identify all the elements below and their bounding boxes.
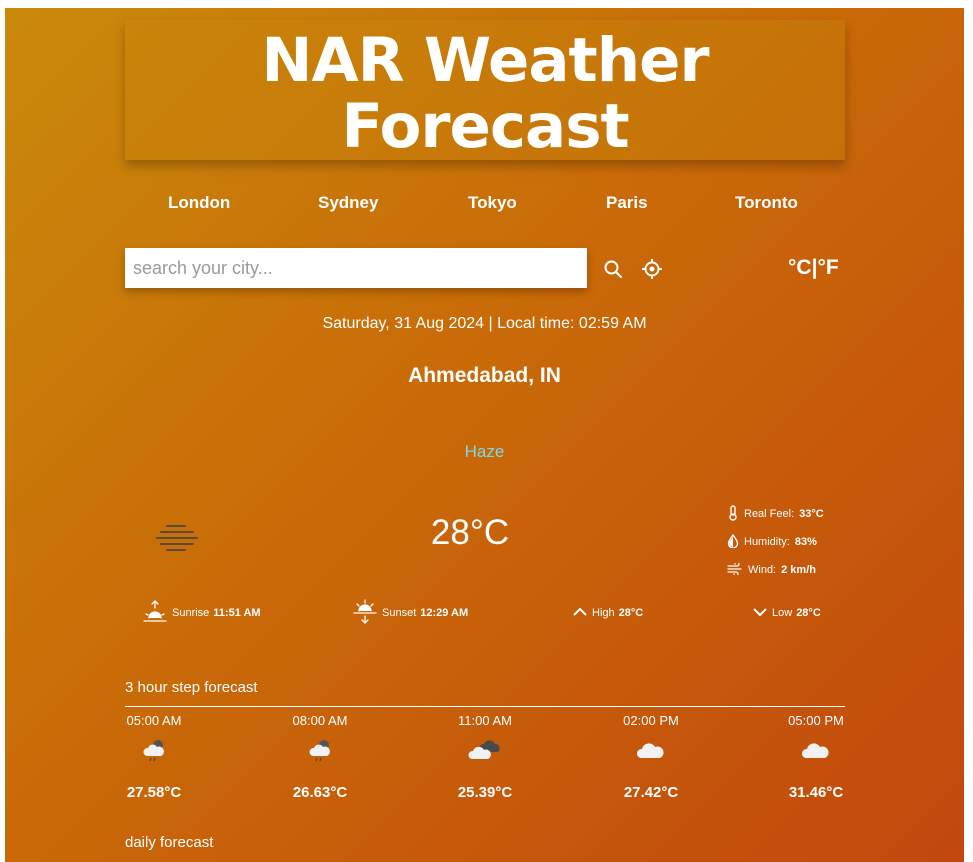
real-feel-label: Real Feel: (744, 508, 795, 520)
chevron-down-icon (752, 606, 768, 621)
sunset-item: Sunset 12:29 AM (352, 598, 468, 628)
weather-details: Real Feel: 33°C Humidity: 83% Wind: 2 km… (727, 500, 824, 584)
hourly-forecast-list: 05:00 AM 27.58°C 08:00 AM 26.63°C 11:00 … (125, 712, 845, 812)
celsius-button[interactable]: °C (788, 256, 812, 279)
hourly-temp: 26.63°C (292, 784, 348, 801)
current-temperature: 28°C (430, 513, 510, 552)
sunrise-label: Sunrise (172, 607, 210, 619)
daily-forecast-title: daily forecast (125, 834, 214, 851)
wind-label: Wind: (748, 564, 777, 576)
city-link-london[interactable]: London (168, 193, 230, 213)
humidity-value: 83% (794, 536, 817, 548)
real-feel-value: 33°C (799, 508, 824, 520)
haze-icon (155, 522, 199, 557)
droplet-icon (727, 533, 739, 551)
hourly-forecast-title: 3 hour step forecast (125, 679, 258, 696)
low-temp-value: 28°C (796, 607, 821, 619)
hourly-divider (125, 706, 845, 707)
thermometer-icon (727, 504, 739, 524)
sunset-label: Sunset (382, 607, 417, 619)
city-link-paris[interactable]: Paris (606, 193, 648, 213)
location-name: Ahmedabad, IN (408, 364, 561, 387)
real-feel-row: Real Feel: 33°C (727, 500, 824, 528)
search-input[interactable] (125, 248, 587, 288)
hourly-temp: 27.42°C (623, 784, 679, 801)
fahrenheit-button[interactable]: °F (817, 256, 838, 279)
hourly-time: 05:00 AM (126, 713, 182, 728)
hourly-item: 05:00 PM 31.46°C (761, 712, 871, 801)
wind-icon (727, 560, 743, 578)
low-temp-item: Low 28°C (752, 598, 821, 628)
city-link-toronto[interactable]: Toronto (735, 193, 798, 213)
hourly-temp: 31.46°C (788, 784, 844, 801)
cloud-icon (636, 739, 666, 766)
cloud-rain-night-icon (140, 738, 168, 767)
city-link-tokyo[interactable]: Tokyo (468, 193, 517, 213)
high-temp-value: 28°C (618, 607, 644, 619)
hourly-item: 11:00 AM 25.39°C (430, 712, 540, 801)
city-link-sydney[interactable]: Sydney (318, 193, 378, 213)
weather-condition: Haze (464, 442, 505, 461)
hourly-temp: 27.58°C (126, 784, 182, 801)
sunset-icon (352, 598, 378, 628)
location-crosshair-icon[interactable] (641, 258, 663, 285)
hourly-item: 02:00 PM 27.42°C (596, 712, 706, 801)
local-datetime: Saturday, 31 Aug 2024 | Local time: 02:5… (322, 315, 647, 332)
hourly-time: 11:00 AM (458, 713, 512, 728)
hourly-item: 08:00 AM 26.63°C (265, 712, 375, 801)
sunset-value: 12:29 AM (420, 607, 469, 619)
hourly-time: 02:00 PM (623, 713, 679, 728)
low-temp-label: Low (772, 607, 793, 619)
wind-value: 2 km/h (781, 564, 816, 576)
cloud-icon (801, 739, 831, 766)
weather-app: NAR Weather Forecast London Sydney Tokyo… (5, 8, 964, 862)
search-icon[interactable] (603, 259, 623, 284)
quick-city-links: London Sydney Tokyo Paris Toronto (125, 193, 845, 217)
unit-toggle: °C|°F (788, 256, 839, 280)
high-temp-item: High 28°C (572, 598, 643, 628)
hourly-time: 08:00 AM (292, 713, 348, 728)
high-temp-label: High (592, 607, 615, 619)
broken-clouds-icon (468, 738, 502, 767)
humidity-label: Humidity: (744, 536, 790, 548)
sun-high-low-row: Sunrise 11:51 AM Sunset 12:29 AM High 28… (125, 598, 845, 628)
app-title-line2: Forecast (341, 91, 629, 162)
hourly-item: 05:00 AM 27.58°C (99, 712, 209, 801)
hourly-temp: 25.39°C (457, 784, 513, 801)
hourly-time: 05:00 PM (788, 713, 844, 728)
sunrise-item: Sunrise 11:51 AM (142, 598, 261, 628)
cloud-rain-night-icon (306, 738, 334, 767)
humidity-row: Humidity: 83% (727, 528, 824, 556)
app-title-line1: NAR Weather (261, 25, 709, 96)
wind-row: Wind: 2 km/h (727, 556, 824, 584)
sunrise-icon (142, 599, 168, 628)
chevron-up-icon (572, 606, 588, 621)
app-title: NAR Weather Forecast (125, 20, 845, 160)
sunrise-value: 11:51 AM (213, 607, 261, 619)
